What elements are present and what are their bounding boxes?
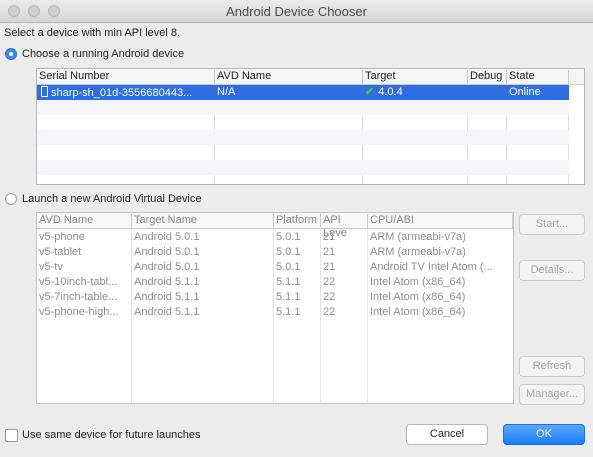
avd-name: v5-10inch-tabl... [39, 276, 118, 288]
column-serial-number[interactable]: Serial Number [37, 70, 215, 84]
avd-row: v5-tv Android 5.0.1 5.0.1 21 Android TV … [37, 260, 513, 275]
avd-cpu: Android TV Intel Atom (... [370, 261, 493, 273]
device-target: 4.0.4 [378, 86, 403, 98]
device-serial-cell: sharp-sh_01d-3556680443... [39, 86, 215, 100]
avd-row: v5-tablet Android 5.0.1 5.0.1 21 ARM (ar… [37, 245, 513, 260]
avd-platform: 5.1.1 [276, 291, 301, 303]
avd-row: v5-10inch-tabl... Android 5.1.1 5.1.1 22… [37, 275, 513, 290]
column-target-name: Target Name [132, 214, 274, 228]
avd-api: 22 [323, 291, 336, 303]
avd-cpu: Intel Atom (x86_64) [370, 291, 466, 303]
avd-name: v5-7inch-table... [39, 291, 118, 303]
device-table: Serial Number AVD Name Target Debug Stat… [36, 68, 585, 185]
avd-api: 22 [323, 306, 336, 318]
column-state[interactable]: State [507, 70, 569, 84]
running-device-label[interactable]: Choose a running Android device [22, 48, 184, 60]
ok-button[interactable]: OK [503, 424, 585, 445]
device-table-header: Serial Number AVD Name Target Debug Stat… [37, 69, 584, 85]
refresh-button[interactable]: Refresh [519, 356, 585, 377]
column-target[interactable]: Target [363, 70, 468, 84]
avd-platform: 5.1.1 [276, 306, 301, 318]
device-target-cell: ✔ 4.0.4 [363, 86, 468, 100]
avd-platform: 5.0.1 [276, 261, 301, 273]
device-state: Online [509, 86, 541, 98]
avd-name: v5-tv [39, 261, 63, 273]
device-row[interactable]: sharp-sh_01d-3556680443... N/A ✔ 4.0.4 On… [37, 85, 569, 100]
avd-target: Android 5.0.1 [134, 261, 200, 273]
device-debug [468, 86, 507, 100]
device-avd: N/A [217, 86, 236, 98]
details-button[interactable]: Details... [519, 260, 585, 281]
avd-api: 22 [323, 276, 336, 288]
launch-avd-label[interactable]: Launch a new Android Virtual Device [22, 193, 202, 205]
column-platform: Platform [274, 214, 321, 228]
column-api-level: API Leve [321, 214, 368, 239]
avd-cpu: ARM (armeabi-v7a) [370, 246, 466, 258]
column-avd-name: AVD Name [37, 214, 132, 228]
avd-api: 21 [323, 246, 336, 258]
prompt-text: Select a device with min API level 8. [4, 27, 181, 39]
empty-row [37, 100, 569, 115]
column-cpu-abi: CPU/ABI [368, 214, 513, 228]
avd-platform: 5.0.1 [276, 231, 301, 243]
column-avd-name[interactable]: AVD Name [215, 70, 363, 84]
avd-target: Android 5.0.1 [134, 246, 200, 258]
avd-target: Android 5.1.1 [134, 276, 200, 288]
empty-row [37, 160, 569, 175]
title-bar: Android Device Chooser [0, 0, 593, 23]
avd-platform: 5.1.1 [276, 276, 301, 288]
avd-row: v5-7inch-table... Android 5.1.1 5.1.1 22… [37, 290, 513, 305]
avd-cpu: Intel Atom (x86_64) [370, 306, 466, 318]
checkmark-icon: ✔ [365, 86, 375, 98]
avd-name: v5-tablet [39, 246, 82, 258]
avd-name: v5-phone [39, 231, 85, 243]
empty-row [37, 130, 569, 145]
avd-target: Android 5.1.1 [134, 291, 200, 303]
avd-platform: 5.0.1 [276, 246, 301, 258]
phone-icon [41, 86, 48, 97]
running-device-radio[interactable] [5, 48, 17, 60]
manager-button[interactable]: Manager... [519, 384, 585, 405]
window-title: Android Device Chooser [226, 4, 367, 19]
avd-target: Android 5.1.1 [134, 306, 200, 318]
avd-name: v5-phone-high... [39, 306, 119, 318]
avd-row: v5-phone-high... Android 5.1.1 5.1.1 22 … [37, 305, 513, 320]
cancel-button[interactable]: Cancel [406, 424, 488, 445]
avd-row: v5-phone Android 5.0.1 5.0.1 21 ARM (arm… [37, 230, 513, 245]
column-debug[interactable]: Debug [468, 70, 507, 84]
avd-cpu: Intel Atom (x86_64) [370, 276, 466, 288]
avd-api: 21 [323, 231, 336, 243]
avd-api: 21 [323, 261, 336, 273]
avd-target: Android 5.0.1 [134, 231, 200, 243]
same-device-label[interactable]: Use same device for future launches [22, 429, 201, 441]
avd-table: AVD Name Target Name Platform API Leve C… [36, 212, 514, 404]
avd-cpu: ARM (armeabi-v7a) [370, 231, 466, 243]
launch-avd-radio[interactable] [5, 193, 17, 205]
same-device-checkbox[interactable] [5, 429, 18, 442]
avd-table-header: AVD Name Target Name Platform API Leve C… [37, 213, 513, 239]
device-serial: sharp-sh_01d-3556680443... [51, 87, 193, 99]
start-button[interactable]: Start... [519, 214, 585, 235]
